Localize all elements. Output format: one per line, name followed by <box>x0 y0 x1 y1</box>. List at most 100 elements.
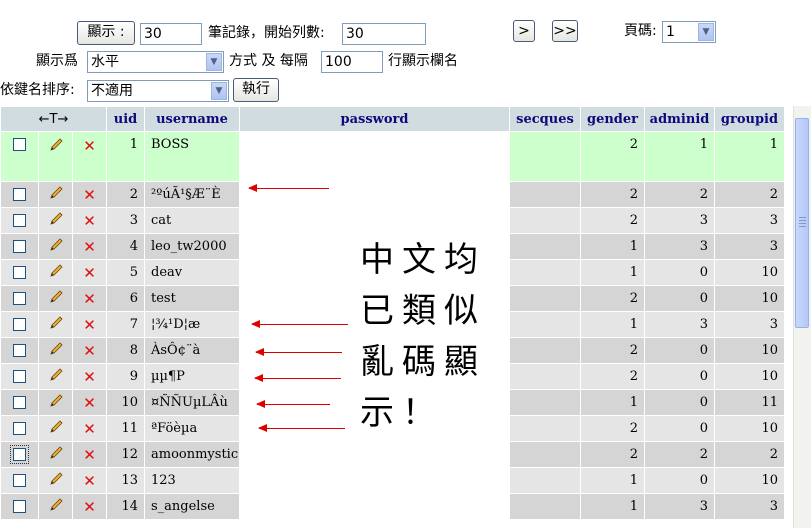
pencil-icon[interactable] <box>48 263 64 283</box>
vertical-scrollbar[interactable] <box>793 106 811 528</box>
delete-x-icon[interactable]: ✕ <box>83 212 96 230</box>
checkbox-icon[interactable] <box>13 344 26 357</box>
pencil-icon[interactable] <box>48 185 64 205</box>
delete-button[interactable]: ✕ <box>72 311 107 338</box>
start-row-input[interactable]: 30 <box>342 23 426 45</box>
row-checkbox[interactable] <box>0 259 39 286</box>
row-checkbox[interactable] <box>0 181 39 208</box>
row-checkbox[interactable] <box>0 389 39 416</box>
execute-button[interactable]: 執行 <box>233 78 279 102</box>
page-number-select[interactable]: 1 ▼ <box>662 21 716 43</box>
edit-button[interactable] <box>38 363 73 390</box>
checkbox-icon[interactable] <box>13 396 26 409</box>
checkbox-icon[interactable] <box>10 445 29 464</box>
delete-button[interactable]: ✕ <box>72 493 107 520</box>
checkbox-icon[interactable] <box>13 188 26 201</box>
column-header-adminid[interactable]: adminid <box>644 106 715 132</box>
column-header-secques[interactable]: secques <box>509 106 581 132</box>
edit-button[interactable] <box>38 415 73 442</box>
column-nav-arrows[interactable]: ←T→ <box>0 106 107 132</box>
delete-x-icon[interactable]: ✕ <box>83 498 96 516</box>
edit-button[interactable] <box>38 285 73 312</box>
column-header-groupid[interactable]: groupid <box>714 106 785 132</box>
delete-x-icon[interactable]: ✕ <box>83 446 96 464</box>
delete-button[interactable]: ✕ <box>72 337 107 364</box>
column-header-username[interactable]: username <box>144 106 240 132</box>
delete-x-icon[interactable]: ✕ <box>83 186 96 204</box>
delete-x-icon[interactable]: ✕ <box>83 472 96 490</box>
pencil-icon[interactable] <box>48 367 64 387</box>
scrollbar-thumb[interactable] <box>795 118 809 328</box>
pencil-icon[interactable] <box>48 471 64 491</box>
delete-x-icon[interactable]: ✕ <box>83 264 96 282</box>
column-header-uid[interactable]: uid <box>106 106 145 132</box>
rows-count-input[interactable]: 30 <box>140 23 202 45</box>
edit-button[interactable] <box>38 441 73 468</box>
pencil-icon[interactable] <box>48 419 64 439</box>
pencil-icon[interactable] <box>48 237 64 257</box>
repeat-headers-input[interactable]: 100 <box>321 51 383 73</box>
delete-button[interactable]: ✕ <box>72 233 107 260</box>
delete-button[interactable]: ✕ <box>72 467 107 494</box>
pencil-icon[interactable] <box>48 341 64 361</box>
last-page-button[interactable]: >> <box>552 20 578 42</box>
checkbox-icon[interactable] <box>13 292 26 305</box>
delete-button[interactable]: ✕ <box>72 285 107 312</box>
edit-button[interactable] <box>38 207 73 234</box>
edit-button[interactable] <box>38 259 73 286</box>
checkbox-icon[interactable] <box>13 240 26 253</box>
delete-x-icon[interactable]: ✕ <box>83 137 96 155</box>
row-checkbox[interactable] <box>0 415 39 442</box>
delete-x-icon[interactable]: ✕ <box>83 238 96 256</box>
sort-key-select[interactable]: 不適用 ▼ <box>87 80 229 102</box>
checkbox-icon[interactable] <box>13 500 26 513</box>
delete-x-icon[interactable]: ✕ <box>83 420 96 438</box>
row-checkbox[interactable] <box>0 207 39 234</box>
edit-button[interactable] <box>38 233 73 260</box>
checkbox-icon[interactable] <box>13 266 26 279</box>
edit-button[interactable] <box>38 337 73 364</box>
pencil-icon[interactable] <box>48 138 64 157</box>
delete-x-icon[interactable]: ✕ <box>83 316 96 334</box>
row-checkbox[interactable] <box>0 131 39 182</box>
delete-button[interactable]: ✕ <box>72 389 107 416</box>
checkbox-icon[interactable] <box>13 422 26 435</box>
pencil-icon[interactable] <box>48 445 64 465</box>
row-checkbox[interactable] <box>0 363 39 390</box>
delete-x-icon[interactable]: ✕ <box>83 342 96 360</box>
row-checkbox[interactable] <box>0 493 39 520</box>
edit-button[interactable] <box>38 311 73 338</box>
delete-button[interactable]: ✕ <box>72 415 107 442</box>
delete-button[interactable]: ✕ <box>72 207 107 234</box>
pencil-icon[interactable] <box>48 315 64 335</box>
column-header-password[interactable]: password <box>239 106 510 132</box>
checkbox-icon[interactable] <box>13 318 26 331</box>
row-checkbox[interactable] <box>0 311 39 338</box>
row-checkbox[interactable] <box>0 467 39 494</box>
pencil-icon[interactable] <box>48 211 64 231</box>
row-checkbox[interactable] <box>0 285 39 312</box>
delete-x-icon[interactable]: ✕ <box>83 368 96 386</box>
display-mode-select[interactable]: 水平 ▼ <box>87 51 224 73</box>
pencil-icon[interactable] <box>48 393 64 413</box>
edit-button[interactable] <box>38 181 73 208</box>
delete-button[interactable]: ✕ <box>72 441 107 468</box>
delete-button[interactable]: ✕ <box>72 181 107 208</box>
checkbox-icon[interactable] <box>13 138 26 151</box>
checkbox-icon[interactable] <box>13 474 26 487</box>
pencil-icon[interactable] <box>48 289 64 309</box>
delete-x-icon[interactable]: ✕ <box>83 394 96 412</box>
edit-button[interactable] <box>38 493 73 520</box>
edit-button[interactable] <box>38 467 73 494</box>
delete-button[interactable]: ✕ <box>72 131 107 182</box>
pencil-icon[interactable] <box>48 497 64 517</box>
row-checkbox[interactable] <box>0 233 39 260</box>
edit-button[interactable] <box>38 389 73 416</box>
column-header-gender[interactable]: gender <box>580 106 645 132</box>
edit-button[interactable] <box>38 131 73 182</box>
checkbox-icon[interactable] <box>13 370 26 383</box>
checkbox-icon[interactable] <box>13 214 26 227</box>
row-checkbox[interactable] <box>0 441 39 468</box>
show-button[interactable]: 顯示 : <box>77 21 135 45</box>
delete-button[interactable]: ✕ <box>72 363 107 390</box>
